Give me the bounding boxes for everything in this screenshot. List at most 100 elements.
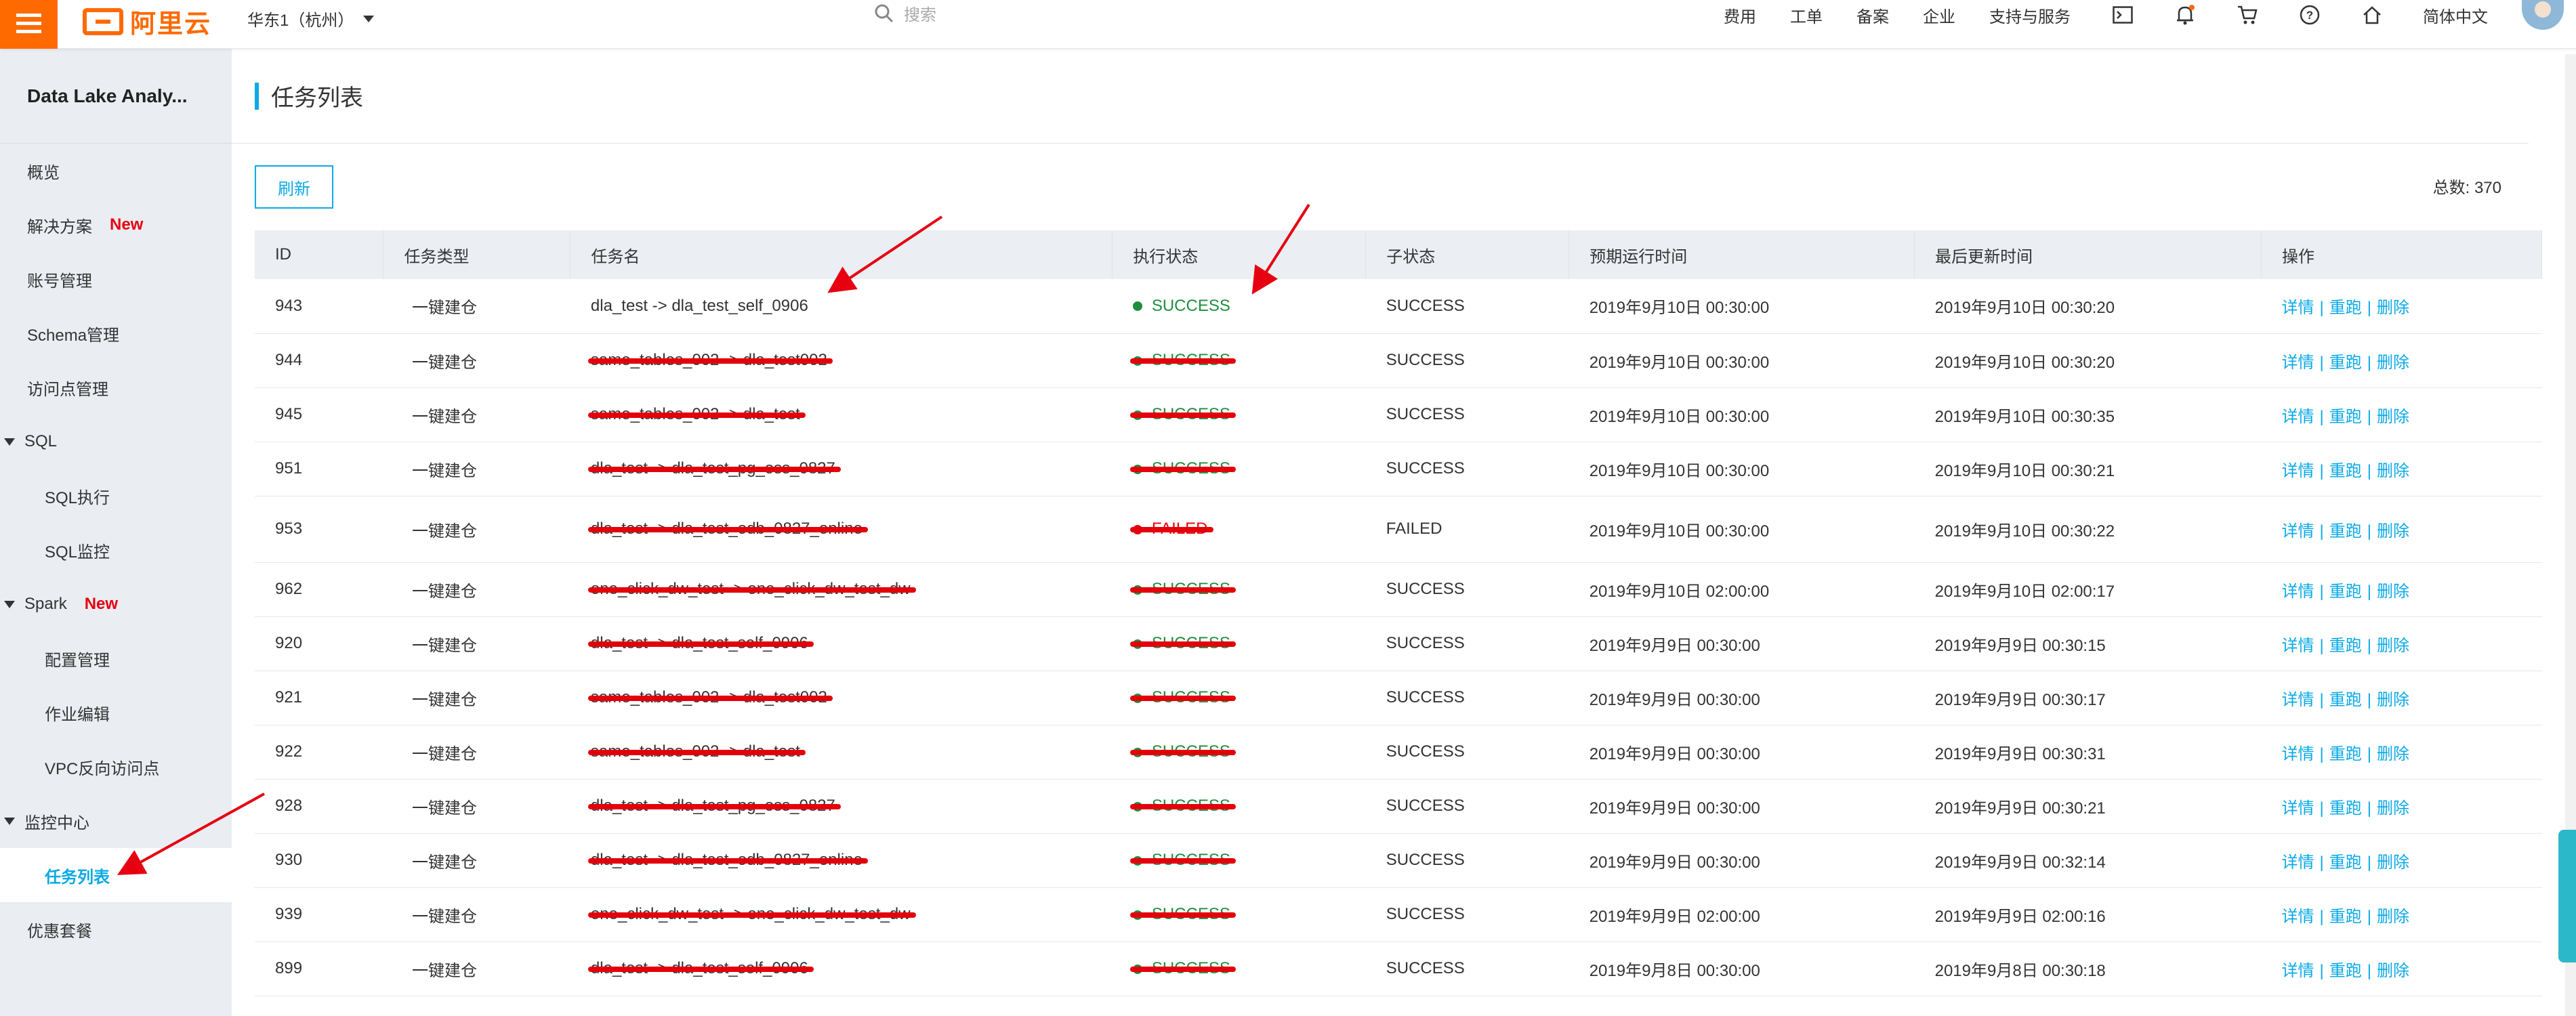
nav-enterprise[interactable]: 企业 bbox=[1923, 3, 1955, 27]
sidebar-item-packages[interactable]: 优惠套餐 bbox=[0, 902, 232, 956]
table-row: 962 一键建仓 one_click_dw_test -> one_click_dw… bbox=[255, 562, 2542, 617]
delete-link[interactable]: 删除 bbox=[2377, 962, 2409, 980]
rerun-link[interactable]: 重跑 bbox=[2329, 462, 2362, 480]
search-box[interactable]: 搜索 bbox=[874, 1, 936, 25]
col-substatus[interactable]: 子状态 bbox=[1365, 230, 1570, 279]
sidebar-item-schema[interactable]: Schema管理 bbox=[0, 306, 232, 360]
sidebar-item-sql-monitor[interactable]: SQL监控 bbox=[0, 523, 232, 577]
rerun-link[interactable]: 重跑 bbox=[2329, 637, 2362, 655]
status-dot-icon bbox=[1132, 910, 1142, 920]
sidebar-group-spark[interactable]: Spark New bbox=[0, 577, 232, 631]
aliyun-logo[interactable]: 阿里云 bbox=[83, 3, 211, 40]
region-selector[interactable]: 华东1（杭州） bbox=[247, 7, 375, 30]
status-badge: SUCCESS bbox=[1129, 351, 1236, 370]
delete-link[interactable]: 删除 bbox=[2377, 691, 2409, 709]
rerun-link[interactable]: 重跑 bbox=[2329, 299, 2362, 317]
nav-tickets[interactable]: 工单 bbox=[1790, 3, 1823, 27]
cell-id: 945 bbox=[255, 387, 383, 442]
detail-link[interactable]: 详情 bbox=[2282, 299, 2314, 317]
rerun-link[interactable]: 重跑 bbox=[2329, 691, 2362, 709]
delete-link[interactable]: 删除 bbox=[2377, 583, 2409, 601]
delete-link[interactable]: 删除 bbox=[2377, 522, 2409, 541]
language-switch[interactable]: 简体中文 bbox=[2423, 3, 2488, 27]
detail-link[interactable]: 详情 bbox=[2282, 799, 2314, 818]
rerun-link[interactable]: 重跑 bbox=[2329, 853, 2362, 872]
col-updated-time[interactable]: 最后更新时间 bbox=[1914, 230, 2262, 279]
sidebar-item-solutions[interactable]: 解决方案 New bbox=[0, 198, 232, 252]
cell-updated-time: 2019年9月8日 00:30:18 bbox=[1914, 941, 2262, 996]
delete-link[interactable]: 删除 bbox=[2377, 299, 2409, 317]
col-name[interactable]: 任务名 bbox=[570, 230, 1113, 279]
rerun-link[interactable]: 重跑 bbox=[2329, 583, 2362, 601]
cell-id: 943 bbox=[255, 279, 383, 334]
detail-link[interactable]: 详情 bbox=[2282, 962, 2314, 980]
rerun-link[interactable]: 重跑 bbox=[2329, 408, 2362, 426]
rerun-link[interactable]: 重跑 bbox=[2329, 745, 2362, 763]
delete-link[interactable]: 删除 bbox=[2377, 908, 2409, 926]
terminal-icon[interactable] bbox=[2111, 3, 2134, 26]
avatar[interactable] bbox=[2522, 0, 2564, 30]
cell-type: 一键建仓 bbox=[383, 616, 570, 671]
help-icon[interactable]: ? bbox=[2298, 3, 2321, 26]
cell-updated-time: 2019年9月9日 00:30:17 bbox=[1914, 671, 2262, 725]
refresh-button[interactable]: 刷新 bbox=[255, 165, 333, 209]
delete-link[interactable]: 删除 bbox=[2377, 408, 2409, 426]
cell-substatus: SUCCESS bbox=[1365, 562, 1569, 617]
col-id[interactable]: ID bbox=[255, 230, 384, 279]
delete-link[interactable]: 删除 bbox=[2377, 354, 2409, 372]
detail-link[interactable]: 详情 bbox=[2282, 408, 2314, 426]
rerun-link[interactable]: 重跑 bbox=[2329, 522, 2362, 541]
sidebar-item-accounts[interactable]: 账号管理 bbox=[0, 252, 232, 306]
col-type[interactable]: 任务类型 bbox=[383, 230, 571, 279]
rerun-link[interactable]: 重跑 bbox=[2329, 354, 2362, 372]
detail-link[interactable]: 详情 bbox=[2282, 354, 2314, 372]
sidebar-group-monitor[interactable]: 监控中心 bbox=[0, 794, 232, 848]
delete-link[interactable]: 删除 bbox=[2377, 853, 2409, 872]
sidebar-item-vpc-endpoint[interactable]: VPC反向访问点 bbox=[0, 740, 232, 794]
col-expected-time[interactable]: 预期运行时间 bbox=[1569, 230, 1915, 279]
task-name: same_tables_002 -> dla_test002 bbox=[587, 351, 833, 369]
rerun-link[interactable]: 重跑 bbox=[2329, 908, 2362, 926]
delete-link[interactable]: 删除 bbox=[2377, 462, 2409, 480]
nav-fees[interactable]: 费用 bbox=[1724, 3, 1756, 27]
detail-link[interactable]: 详情 bbox=[2282, 745, 2314, 763]
sidebar-item-label: 作业编辑 bbox=[45, 705, 110, 724]
cell-task-name: same_tables_002 -> dla_test bbox=[570, 725, 1113, 780]
rerun-link[interactable]: 重跑 bbox=[2329, 799, 2362, 818]
nav-icp[interactable]: 备案 bbox=[1856, 3, 1889, 27]
delete-link[interactable]: 删除 bbox=[2377, 745, 2409, 763]
detail-link[interactable]: 详情 bbox=[2282, 853, 2314, 872]
sidebar-item-sql-exec[interactable]: SQL执行 bbox=[0, 469, 232, 523]
detail-link[interactable]: 详情 bbox=[2282, 691, 2314, 709]
cart-icon[interactable] bbox=[2236, 3, 2259, 26]
detail-link[interactable]: 详情 bbox=[2282, 908, 2314, 926]
task-name: dla_test -> dla_test_pg_oss_0827 bbox=[587, 797, 841, 815]
detail-link[interactable]: 详情 bbox=[2282, 522, 2314, 541]
detail-link[interactable]: 详情 bbox=[2282, 637, 2314, 655]
sidebar-item-endpoints[interactable]: 访问点管理 bbox=[0, 360, 232, 415]
bell-icon[interactable] bbox=[2174, 3, 2197, 26]
sidebar-item-config[interactable]: 配置管理 bbox=[0, 631, 232, 685]
status-badge: SUCCESS bbox=[1129, 459, 1236, 478]
cell-substatus: SUCCESS bbox=[1365, 671, 1569, 725]
cell-task-name: dla_test -> dla_test_self_0906 bbox=[570, 279, 1113, 334]
cell-expected-time: 2019年9月10日 00:30:00 bbox=[1569, 333, 1915, 388]
col-status[interactable]: 执行状态 bbox=[1112, 230, 1367, 279]
nav-support[interactable]: 支持与服务 bbox=[1989, 3, 2071, 27]
status-dot-icon bbox=[1132, 301, 1142, 312]
delete-link[interactable]: 删除 bbox=[2377, 637, 2409, 655]
sidebar-item-job-edit[interactable]: 作业编辑 bbox=[0, 685, 232, 740]
sidebar-item-overview[interactable]: 概览 bbox=[0, 144, 232, 198]
detail-link[interactable]: 详情 bbox=[2282, 462, 2314, 480]
detail-link[interactable]: 详情 bbox=[2282, 583, 2314, 601]
home-icon[interactable] bbox=[2361, 3, 2384, 26]
menu-icon[interactable] bbox=[0, 0, 58, 49]
sidebar-group-sql[interactable]: SQL bbox=[0, 415, 232, 469]
delete-link[interactable]: 删除 bbox=[2377, 799, 2409, 818]
status-dot-icon bbox=[1132, 747, 1142, 757]
svg-text:?: ? bbox=[2306, 9, 2313, 22]
sidebar-item-task-list[interactable]: 任务列表 bbox=[0, 848, 232, 902]
feedback-widget[interactable] bbox=[2558, 830, 2576, 962]
cell-type: 一键建仓 bbox=[383, 779, 570, 834]
rerun-link[interactable]: 重跑 bbox=[2329, 962, 2362, 980]
